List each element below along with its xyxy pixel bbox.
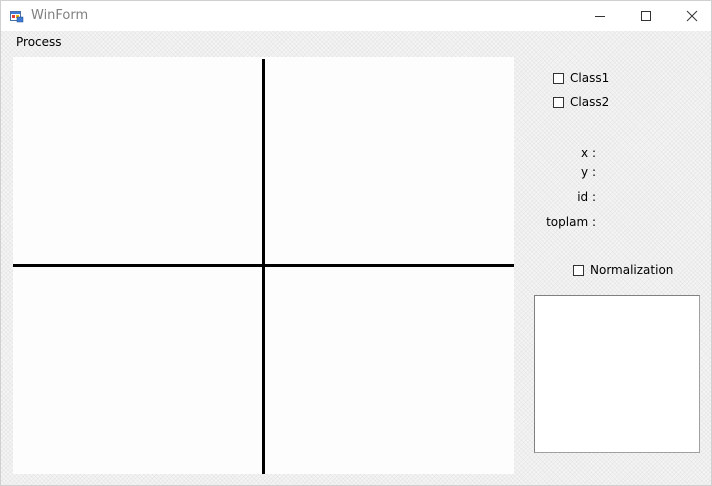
class2-checkbox-label: Class2 [570,95,610,109]
winform-app-icon [10,9,24,23]
output-textbox[interactable] [534,295,700,453]
y-coordinate-label: y : [581,165,596,179]
close-icon [686,10,698,22]
class1-checkbox-box[interactable] [553,72,564,84]
maximize-icon [641,11,651,21]
normalization-checkbox-box[interactable] [573,264,584,276]
title-bar[interactable]: WinForm [1,1,711,31]
minimize-button[interactable] [577,1,623,31]
plot-canvas[interactable] [13,57,514,474]
normalization-checkbox-label: Normalization [590,263,674,277]
class1-checkbox-label: Class1 [570,71,610,85]
x-coordinate-label: x : [581,146,596,160]
close-button[interactable] [669,1,712,31]
window-title: WinForm [31,8,89,23]
class1-checkbox[interactable]: Class1 [553,71,609,85]
maximize-button[interactable] [623,1,669,31]
x-axis-line [13,264,514,267]
menu-bar: Process [1,31,711,53]
minimize-icon [595,16,605,17]
toplam-label: toplam : [546,215,596,229]
id-label: id : [577,190,596,204]
menu-item-process[interactable]: Process [10,35,68,49]
winform-window: WinForm Process Class1 Class2 x: y: id… [0,0,712,486]
class2-checkbox[interactable]: Class2 [553,95,609,109]
normalization-checkbox[interactable]: Normalization [573,263,673,277]
class2-checkbox-box[interactable] [553,96,564,108]
